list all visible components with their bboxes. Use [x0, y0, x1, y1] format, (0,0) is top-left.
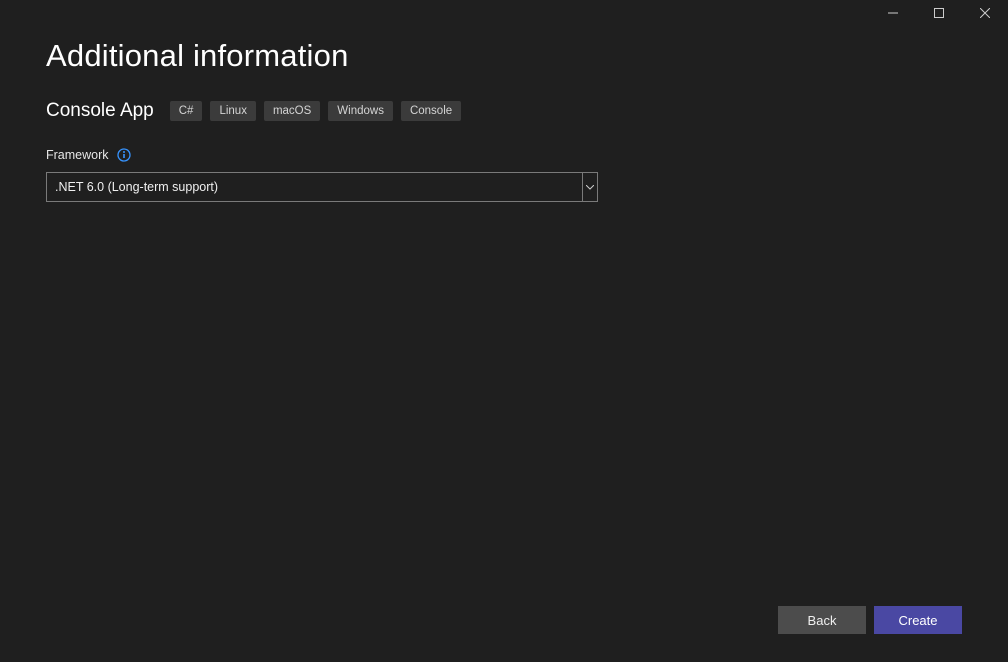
template-tag: C# — [170, 101, 203, 121]
titlebar — [0, 0, 1008, 26]
content-area: Additional information Console App C# Li… — [0, 26, 1008, 202]
template-tag: Windows — [328, 101, 393, 121]
template-tag: macOS — [264, 101, 320, 121]
template-row: Console App C# Linux macOS Windows Conso… — [46, 100, 962, 122]
template-name: Console App — [46, 100, 154, 122]
template-tag: Linux — [210, 101, 256, 121]
minimize-button[interactable] — [870, 0, 916, 26]
info-icon[interactable] — [117, 148, 131, 162]
close-button[interactable] — [962, 0, 1008, 26]
page-title: Additional information — [46, 38, 962, 74]
create-button[interactable]: Create — [874, 606, 962, 634]
chevron-down-icon — [583, 173, 597, 201]
framework-label-row: Framework — [46, 148, 962, 162]
back-button[interactable]: Back — [778, 606, 866, 634]
framework-label: Framework — [46, 148, 109, 162]
template-tags: C# Linux macOS Windows Console — [170, 101, 461, 121]
maximize-button[interactable] — [916, 0, 962, 26]
footer-buttons: Back Create — [778, 606, 962, 634]
framework-dropdown[interactable]: .NET 6.0 (Long-term support) — [46, 172, 598, 202]
template-tag: Console — [401, 101, 461, 121]
framework-dropdown-value: .NET 6.0 (Long-term support) — [47, 173, 583, 201]
